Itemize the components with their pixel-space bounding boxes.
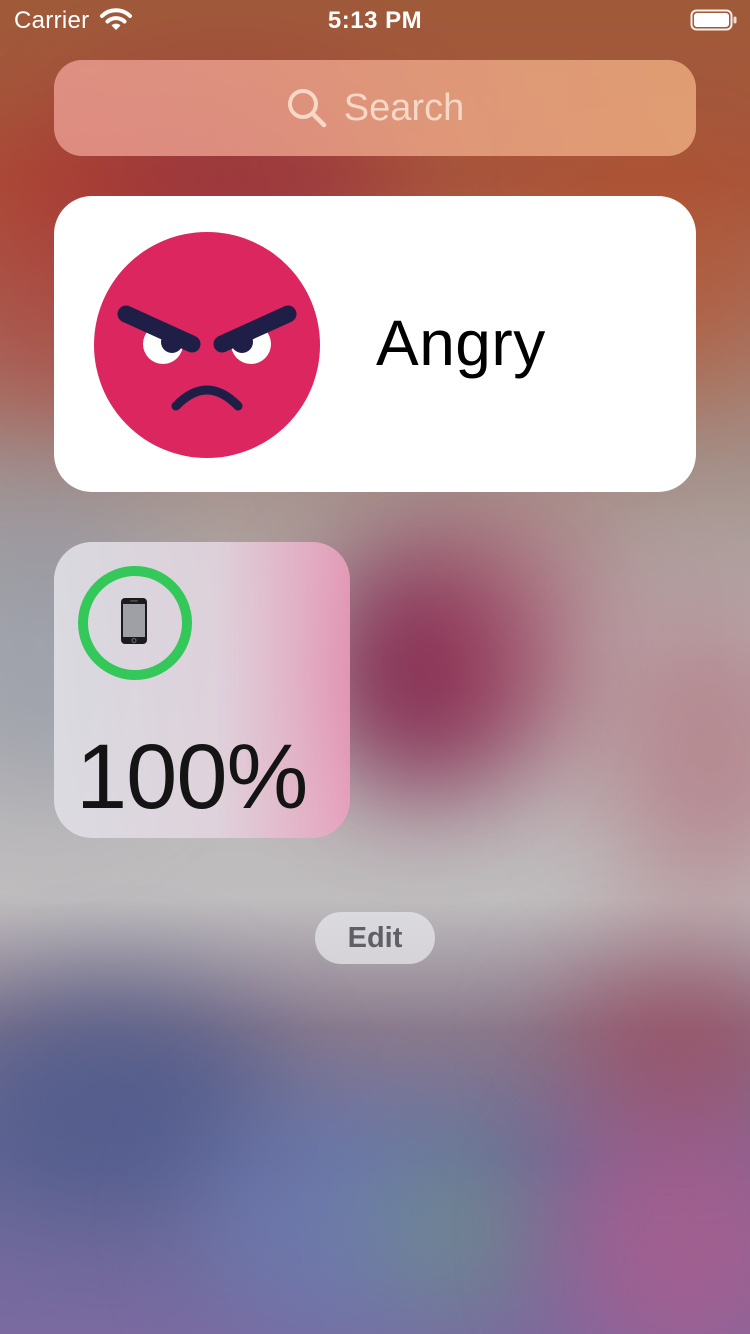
search-icon	[287, 89, 327, 128]
battery-level-ring	[78, 566, 192, 680]
iphone-icon	[121, 598, 147, 644]
mood-label: Angry	[376, 307, 546, 379]
battery-percentage: 100%	[76, 726, 308, 828]
angry-face-icon	[94, 232, 320, 458]
status-bar: Carrier 5:13 PM	[0, 0, 750, 40]
search-bar[interactable]: Search	[54, 60, 696, 156]
status-clock: 5:13 PM	[327, 7, 423, 34]
edit-button[interactable]: Edit	[315, 912, 435, 964]
battery-full-icon	[690, 9, 737, 31]
battery-widget[interactable]: 100%	[54, 542, 350, 838]
search-input[interactable]: Search	[344, 87, 464, 130]
mood-widget[interactable]: Angry	[54, 196, 696, 492]
